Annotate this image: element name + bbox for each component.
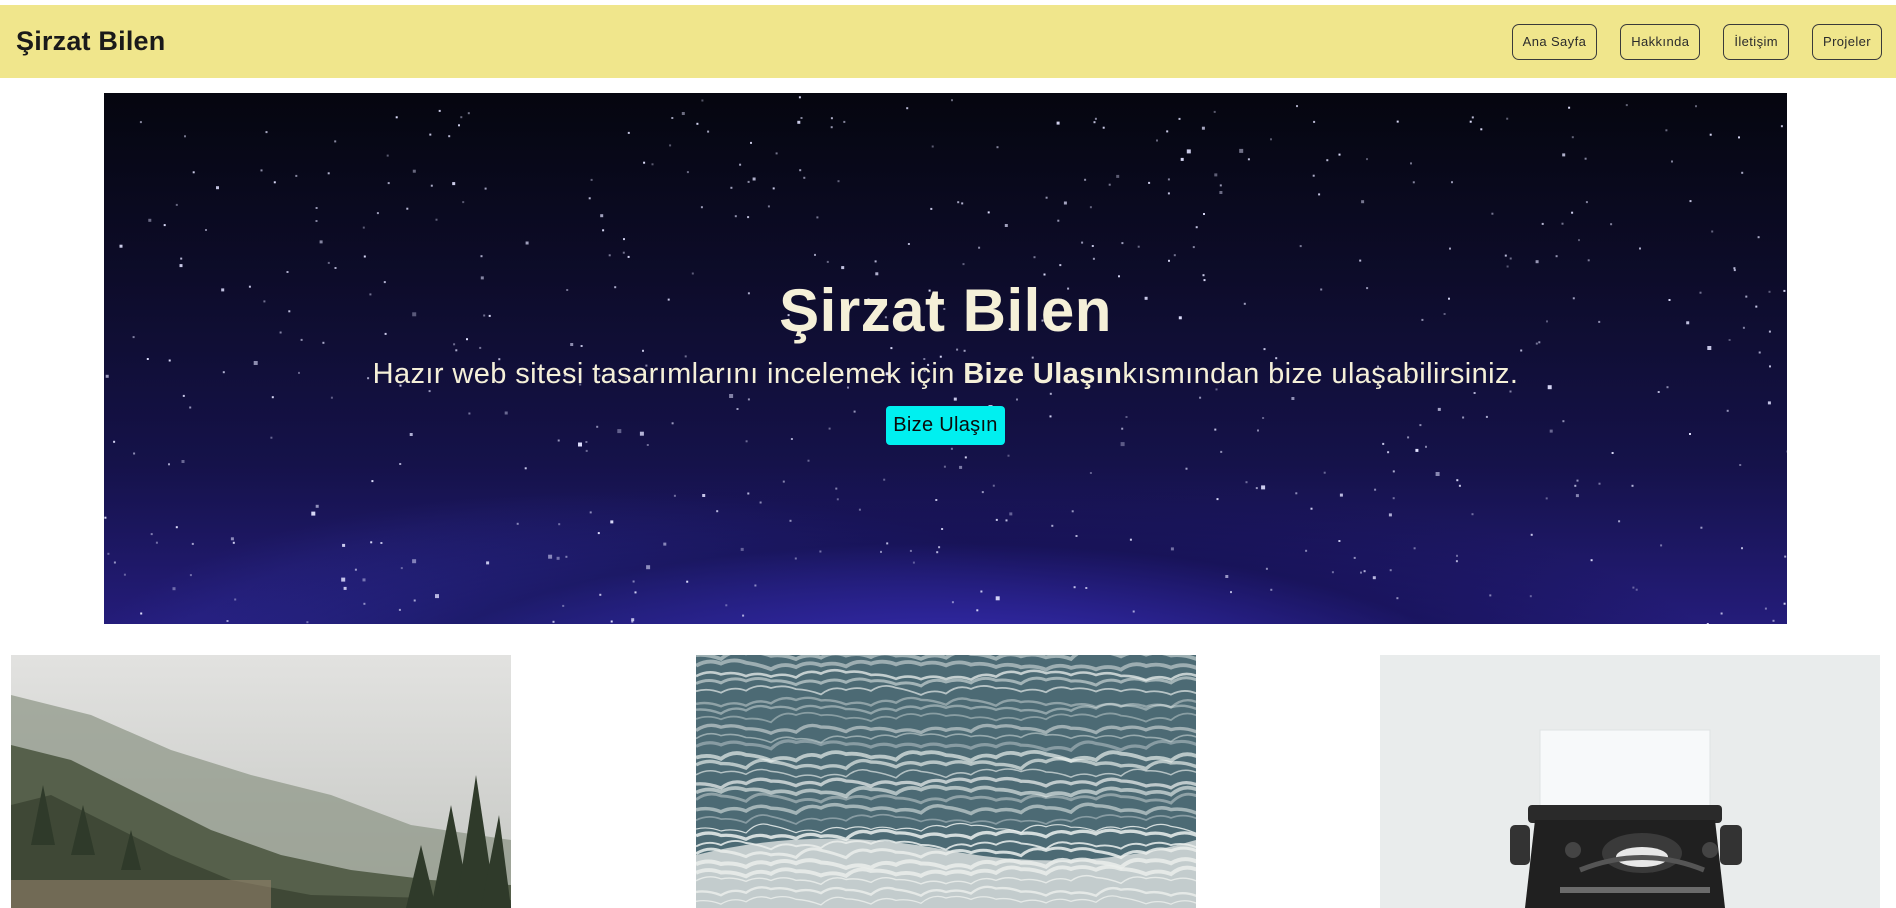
hero-description: Hazır web sitesi tasarımlarını incelemek… [373,354,1519,394]
nav-projects-button[interactable]: Projeler [1812,23,1882,60]
nav-about-button[interactable]: Hakkında [1620,23,1701,60]
gallery-image-ocean [696,655,1196,908]
contact-us-button[interactable]: Bize Ulaşın [886,406,1005,445]
nav-home-button[interactable]: Ana Sayfa [1511,23,1598,60]
hero-content: Şirzat Bilen Hazır web sitesi tasarımlar… [104,93,1787,624]
page: Şirzat Bilen Ana Sayfa Hakkında İletişim… [0,0,1896,908]
hero-title: Şirzat Bilen [779,277,1112,344]
hero-banner: Şirzat Bilen Hazır web sitesi tasarımlar… [104,93,1787,624]
nav-links: Ana Sayfa Hakkında İletişim Projeler [1511,23,1882,60]
ocean-image [696,655,1196,908]
forest-image [11,655,511,908]
nav-contact-button[interactable]: İletişim [1723,23,1789,60]
navbar: Şirzat Bilen Ana Sayfa Hakkında İletişim… [0,5,1896,78]
gallery-image-typewriter [1380,655,1880,908]
typewriter-image [1380,655,1880,908]
hero-text-after: kısmından bize ulaşabilirsiniz. [1122,358,1519,390]
gallery-image-forest [11,655,511,908]
hero-text-bold: Bize Ulaşın [963,358,1123,390]
hero-text-before: Hazır web sitesi tasarımlarını incelemek… [372,358,964,390]
brand-logo[interactable]: Şirzat Bilen [16,26,165,57]
